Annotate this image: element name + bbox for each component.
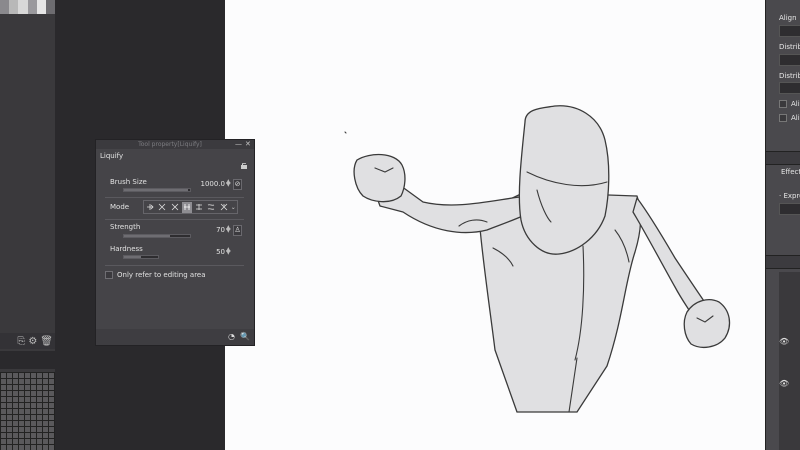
reset-icon[interactable]: ◔ (228, 332, 235, 341)
mode-push-icon[interactable] (145, 202, 155, 213)
chevron-down-icon[interactable]: ⌄ (231, 204, 236, 211)
divider (105, 197, 244, 198)
mode-twist-right-icon[interactable] (219, 202, 229, 213)
align-checkbox-label-2: Alig (791, 114, 800, 122)
strength-fill (124, 235, 171, 237)
mode-expand-icon[interactable] (157, 202, 167, 213)
lock-icon[interactable] (241, 163, 248, 169)
dialog-heading: Liquify (100, 152, 124, 160)
right-panel: Align Distribu Distribut Alig Alig Effec… (765, 0, 800, 450)
color-set-grid[interactable] (0, 372, 55, 450)
swatch[interactable] (0, 0, 10, 14)
expression-label: · Expres (779, 192, 800, 200)
dialog-title-bar[interactable]: Tool property[Liquify] — ✕ (96, 140, 254, 149)
brush-size-slider[interactable] (123, 188, 191, 192)
hardness-value[interactable]: 50 (193, 248, 225, 256)
color-swatch-strip[interactable] (0, 0, 56, 14)
editing-area-label: Only refer to editing area (117, 271, 206, 279)
align-checkbox-1[interactable] (779, 100, 787, 108)
swatch[interactable] (27, 0, 37, 14)
hardness-slider[interactable] (123, 255, 159, 259)
mode-pinch-icon[interactable] (170, 202, 180, 213)
distribute-label-2: Distribut (779, 72, 800, 80)
minimize-icon[interactable]: — (235, 140, 242, 149)
distribute-button[interactable] (779, 54, 800, 66)
brush-size-fill (124, 189, 189, 191)
dialog-title: Tool property[Liquify] (138, 141, 202, 148)
brush-size-value[interactable]: 1000.0 (193, 180, 226, 188)
settings-icon[interactable]: ⚙ (28, 336, 37, 347)
effect-label: Effect (781, 168, 800, 176)
brush-size-settings-button[interactable]: ⊘ (233, 179, 242, 190)
panel-tab-bar[interactable] (766, 151, 800, 165)
hardness-spinner-icon[interactable]: ▲ ▼ (226, 247, 231, 256)
dialog-footer: ◔ 🔍 (96, 329, 254, 345)
swatch[interactable] (9, 0, 19, 14)
hardness-label: Hardness (110, 245, 143, 253)
liquify-settings: Brush Size 1000.0 ▲ ▼ ⊘ Mode ⌄ Strength … (105, 175, 244, 343)
align-button[interactable] (779, 25, 800, 37)
divider (105, 265, 244, 266)
expression-field[interactable] (779, 203, 800, 215)
editing-area-checkbox[interactable] (105, 271, 113, 279)
layer-visibility-icon[interactable]: 👁 (779, 379, 789, 388)
search-icon[interactable]: 🔍 (240, 332, 250, 341)
strength-pressure-button[interactable]: ♙ (233, 225, 242, 236)
mode-selector[interactable]: ⌄ (143, 200, 238, 214)
brush-size-spinner-icon[interactable]: ▲ ▼ (226, 179, 231, 188)
layer-visibility-icon[interactable]: 👁 (779, 337, 789, 346)
swatch[interactable] (18, 0, 28, 14)
close-icon[interactable]: ✕ (245, 140, 251, 149)
color-set-tabs[interactable] (0, 351, 55, 369)
align-checkbox-label-1: Alig (791, 100, 800, 108)
hardness-fill (124, 256, 141, 258)
strength-slider[interactable] (123, 234, 191, 238)
mode-twist-left-icon[interactable] (206, 202, 216, 213)
distribute-label: Distribu (779, 43, 800, 51)
brush-size-label: Brush Size (110, 178, 147, 186)
left-panel: ⎘ ⚙ 🗑 (0, 0, 56, 450)
divider (105, 219, 244, 220)
new-item-icon[interactable]: ⎘ (17, 336, 25, 347)
left-toolbar: ⎘ ⚙ 🗑 (0, 333, 55, 349)
figure-sketch (344, 105, 731, 413)
align-label: Align (779, 14, 797, 22)
mode-push-right-icon[interactable] (194, 202, 204, 213)
trash-icon[interactable]: 🗑 (40, 336, 53, 347)
align-checkbox-2[interactable] (779, 114, 787, 122)
layer-tab-bar[interactable] (766, 255, 800, 269)
distribute-field[interactable] (779, 82, 800, 94)
strength-spinner-icon[interactable]: ▲ ▼ (226, 225, 231, 234)
swatch[interactable] (45, 0, 56, 14)
strength-value[interactable]: 70 (193, 226, 225, 234)
mode-push-left-icon[interactable] (181, 201, 192, 213)
layer-list[interactable] (779, 272, 800, 450)
tool-property-dialog: Tool property[Liquify] — ✕ Liquify Brush… (95, 139, 255, 346)
mode-label: Mode (110, 203, 130, 211)
strength-label: Strength (110, 223, 141, 231)
drawing-canvas[interactable] (225, 0, 765, 450)
swatch[interactable] (36, 0, 46, 14)
